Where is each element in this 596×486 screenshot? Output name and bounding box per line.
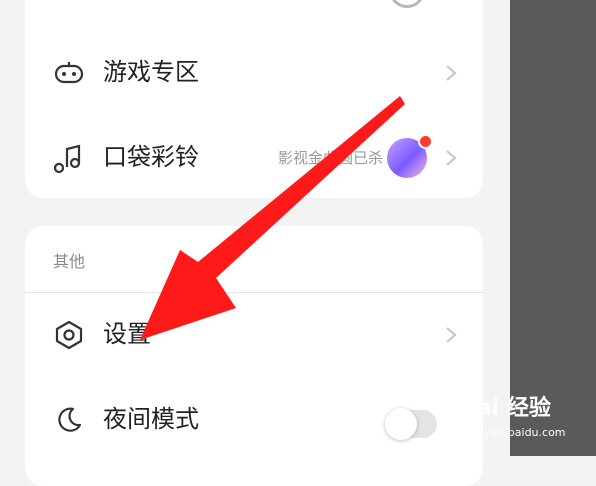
menu-item-settings[interactable]: 设置 <box>25 293 483 377</box>
toggle-knob <box>385 408 417 440</box>
menu-item-night-mode: 夜间模式 <box>25 378 483 462</box>
watermark: Bai 经验 jingyan.baidu.com <box>460 390 590 450</box>
menu-card-other: 其他 设置 夜间模式 <box>25 226 483 486</box>
hexagon-settings-icon <box>55 320 83 350</box>
ringtone-subtitle: 影视金曲圆已杀 <box>277 149 383 167</box>
menu-item-label: 夜间模式 <box>103 405 199 433</box>
avatar-partial <box>389 0 425 8</box>
moon-icon <box>58 407 82 432</box>
gamepad-icon <box>54 62 84 84</box>
menu-item-label: 口袋彩铃 <box>103 143 199 171</box>
chevron-right-icon <box>446 65 457 81</box>
chevron-right-icon <box>446 150 457 166</box>
night-mode-toggle[interactable] <box>385 408 437 440</box>
section-header-other: 其他 <box>53 252 86 271</box>
menu-item-label: 设置 <box>103 320 151 348</box>
notification-dot <box>418 134 433 149</box>
menu-card-top: 游戏专区 口袋彩铃 影视金曲圆已杀 <box>25 0 483 198</box>
music-note-icon <box>53 144 81 174</box>
chevron-right-icon <box>446 327 457 343</box>
watermark-sub: jingyan.baidu.com <box>464 426 566 439</box>
menu-item-games[interactable]: 游戏专区 <box>25 31 483 115</box>
menu-item-label: 游戏专区 <box>103 58 199 86</box>
menu-item-ringtone[interactable]: 口袋彩铃 影视金曲圆已杀 <box>25 116 483 200</box>
dim-overlay <box>510 0 596 456</box>
watermark-main: Bai 经验 <box>460 396 551 421</box>
